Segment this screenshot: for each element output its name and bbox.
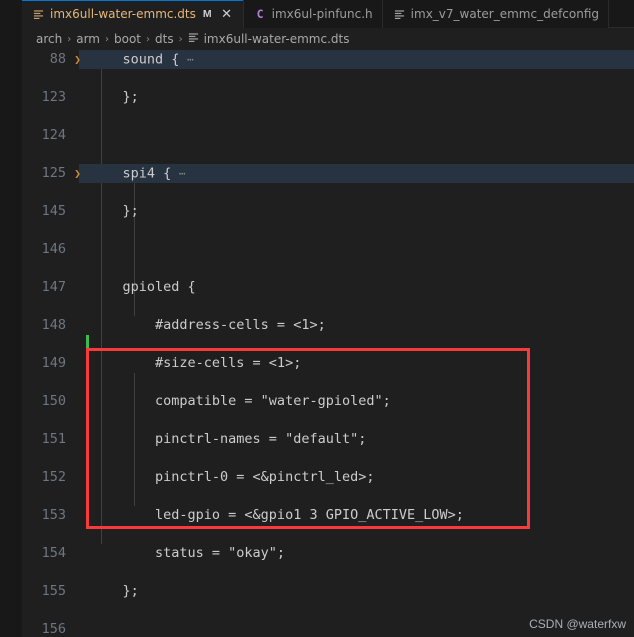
code-line[interactable]: 150 compatible = "water-gpioled"; xyxy=(22,392,634,411)
code-line[interactable]: 88 ❯ sound { ⋯ xyxy=(22,50,634,70)
code-line-background xyxy=(79,202,634,221)
code-line[interactable]: 152 pinctrl-0 = <&pinctrl_led>; xyxy=(22,468,634,487)
code-line-background xyxy=(79,126,634,145)
code-line-text: spi4 { ⋯ xyxy=(90,163,187,184)
line-number: 123 xyxy=(41,89,66,105)
breadcrumb-separator-icon: › xyxy=(178,33,183,45)
config-file-icon xyxy=(393,9,406,20)
tab-label: imx6ull-water-emmc.dts xyxy=(50,7,196,21)
code-line-text: }; xyxy=(90,583,139,599)
breadcrumb-item-arm[interactable]: arm xyxy=(76,32,100,46)
code-line-text: #size-cells = <1>; xyxy=(90,355,302,371)
tab-label: imx_v7_water_emmc_defconfig xyxy=(410,7,600,21)
line-number: 150 xyxy=(41,393,66,409)
tab-imx-v7-water-emmc-defconfig[interactable]: imx_v7_water_emmc_defconfig xyxy=(382,0,610,28)
folded-code-placeholder[interactable]: ⋯ xyxy=(179,53,194,66)
code-line-background xyxy=(79,240,634,259)
code-line-text: pinctrl-names = "default"; xyxy=(90,431,367,447)
close-icon[interactable]: ✕ xyxy=(220,8,234,21)
code-editor[interactable]: 88 ❯ sound { ⋯ 123 }; 124 125 ❯ spi4 { ⋯ 145 }… xyxy=(22,50,634,637)
breadcrumb-item-arch[interactable]: arch xyxy=(36,32,62,46)
breadcrumb-file-label: imx6ull-water-emmc.dts xyxy=(203,32,350,46)
code-line[interactable]: 123 }; xyxy=(22,88,634,107)
line-number: 154 xyxy=(41,545,66,561)
dts-file-icon xyxy=(32,9,45,20)
code-line-text: }; xyxy=(90,203,139,219)
line-number: 148 xyxy=(41,317,66,333)
line-number: 146 xyxy=(41,241,66,257)
line-number: 151 xyxy=(41,431,66,447)
breadcrumb-separator-icon: › xyxy=(105,33,109,45)
tab-dirty-indicator: M xyxy=(202,8,212,20)
line-number: 88 xyxy=(49,51,66,67)
code-line[interactable]: 153 led-gpio = <&gpio1 3 GPIO_ACTIVE_LOW… xyxy=(22,506,634,525)
git-change-marker xyxy=(86,335,89,525)
code-line[interactable]: 149 #size-cells = <1>; xyxy=(22,354,634,373)
line-number: 156 xyxy=(41,621,66,637)
dts-file-icon xyxy=(188,32,199,46)
code-line[interactable]: 148 #address-cells = <1>; xyxy=(22,316,634,335)
line-number: 145 xyxy=(41,203,66,219)
watermark: CSDN @waterfxw xyxy=(529,617,626,631)
line-number: 152 xyxy=(41,469,66,485)
breadcrumb-separator-icon: › xyxy=(146,33,151,45)
breadcrumb-item-boot[interactable]: boot xyxy=(114,32,141,46)
code-line[interactable]: 155 }; xyxy=(22,582,634,601)
vscode-window: imx6ull-water-emmc.dts M ✕ C imx6ul-pinf… xyxy=(0,0,634,637)
fold-chevron-icon[interactable]: ❯ xyxy=(71,164,84,183)
line-number: 147 xyxy=(41,279,66,295)
breadcrumb-items: arch › arm › boot › dts › imx6ull-water-emmc.dts xyxy=(36,32,349,46)
tab-imx6ull-water-emmc-dts[interactable]: imx6ull-water-emmc.dts M ✕ xyxy=(22,0,244,28)
breadcrumb: … arch›arm›boot›dts›imx6ull-water-emmc.d… xyxy=(0,28,634,50)
code-line-text: status = "okay"; xyxy=(90,545,286,561)
folded-code-placeholder[interactable]: ⋯ xyxy=(171,167,186,180)
code-line-text: }; xyxy=(90,89,139,105)
code-line[interactable]: 124 xyxy=(22,126,634,145)
code-line-text: pinctrl-0 = <&pinctrl_led>; xyxy=(90,469,375,485)
code-line-background xyxy=(79,582,634,601)
code-line[interactable]: 154 status = "okay"; xyxy=(22,544,634,563)
code-line-text: #address-cells = <1>; xyxy=(90,317,326,333)
fold-chevron-icon[interactable]: ❯ xyxy=(71,50,84,69)
breadcrumb-separator-icon: › xyxy=(67,33,72,45)
code-line[interactable]: 145 }; xyxy=(22,202,634,221)
editor-tab-bar: imx6ull-water-emmc.dts M ✕ C imx6ul-pinf… xyxy=(22,0,634,28)
line-number: 153 xyxy=(41,507,66,523)
code-line[interactable]: 151 pinctrl-names = "default"; xyxy=(22,430,634,449)
line-number: 149 xyxy=(41,355,66,371)
tab-imx6ul-pinfunc-h[interactable]: C imx6ul-pinfunc.h xyxy=(243,0,383,28)
code-line[interactable]: 146 xyxy=(22,240,634,259)
code-line[interactable]: 125 ❯ spi4 { ⋯ xyxy=(22,163,634,184)
breadcrumb-item-file[interactable]: imx6ull-water-emmc.dts xyxy=(188,32,350,46)
code-line-text: gpioled { xyxy=(90,279,196,295)
tab-label: imx6ul-pinfunc.h xyxy=(271,7,373,21)
code-line[interactable]: 147 gpioled { xyxy=(22,278,634,297)
line-number: 125 xyxy=(41,165,66,181)
code-line-text: sound { ⋯ xyxy=(90,50,195,70)
code-lines[interactable]: 88 ❯ sound { ⋯ 123 }; 124 125 ❯ spi4 { ⋯ 145 }… xyxy=(22,50,634,637)
breadcrumb-item-dts[interactable]: dts xyxy=(155,32,174,46)
code-line-text: compatible = "water-gpioled"; xyxy=(90,393,391,409)
code-line-text: led-gpio = <&gpio1 3 GPIO_ACTIVE_LOW>; xyxy=(90,507,464,523)
line-number: 124 xyxy=(41,127,66,143)
activity-bar-strip xyxy=(0,0,22,637)
code-line-background xyxy=(79,88,634,107)
line-number: 155 xyxy=(41,583,66,599)
c-header-file-icon: C xyxy=(256,7,264,21)
